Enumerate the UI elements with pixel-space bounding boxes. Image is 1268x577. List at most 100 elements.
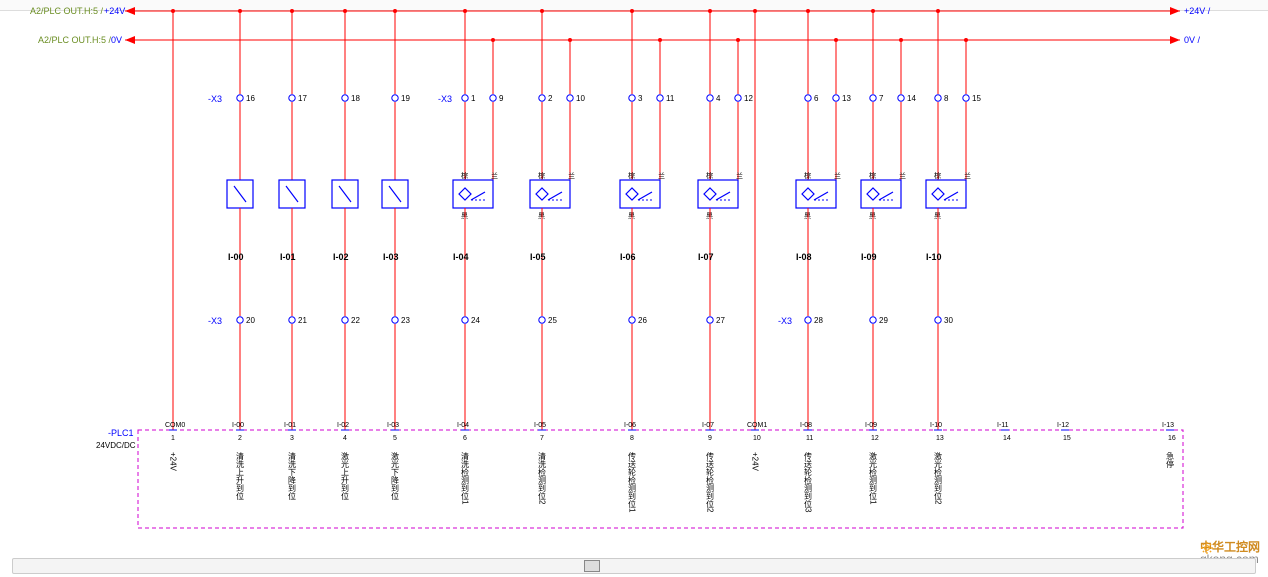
horizontal-scrollbar[interactable] (12, 558, 1256, 574)
svg-text:急停: 急停 (1166, 451, 1175, 469)
svg-text:棕: 棕 (461, 171, 468, 180)
svg-text:I-07: I-07 (702, 422, 714, 429)
svg-text:A2/PLC OUT.H:5 /: A2/PLC OUT.H:5 / (38, 35, 112, 45)
svg-text:6: 6 (814, 94, 819, 103)
svg-text:15: 15 (972, 94, 981, 103)
svg-text:-PLC1: -PLC1 (108, 428, 134, 438)
svg-text:26: 26 (638, 316, 647, 325)
svg-text:4: 4 (343, 435, 347, 442)
svg-text:9: 9 (708, 435, 712, 442)
svg-text:17: 17 (298, 94, 307, 103)
svg-text:棕: 棕 (934, 171, 941, 180)
diagram-svg: A2/PLC OUT.H:5 /+24V+24V /A2/PLC OUT.H:5… (0, 0, 1268, 577)
svg-text:30: 30 (944, 316, 953, 325)
svg-text:I-10: I-10 (926, 252, 942, 262)
svg-text:25: 25 (548, 316, 557, 325)
svg-text:传送轮检测到位2: 传送轮检测到位2 (706, 451, 715, 513)
svg-text:I-05: I-05 (530, 252, 546, 262)
svg-text:8: 8 (630, 435, 634, 442)
svg-text:COM1: COM1 (747, 422, 767, 429)
svg-text:11: 11 (806, 435, 813, 442)
svg-text:激光下降到位: 激光下降到位 (391, 451, 400, 500)
svg-text:I-08: I-08 (796, 252, 812, 262)
svg-text:24: 24 (471, 316, 480, 325)
svg-text:兰: 兰 (568, 171, 575, 180)
svg-text:6: 6 (463, 435, 467, 442)
svg-text:24VDC/DC: 24VDC/DC (96, 441, 136, 450)
svg-text:18: 18 (351, 94, 360, 103)
svg-text:15: 15 (1063, 435, 1071, 442)
svg-text:清洗下降到位: 清洗下降到位 (288, 451, 297, 500)
svg-text:I-11: I-11 (997, 422, 1009, 429)
svg-text:I-08: I-08 (800, 422, 812, 429)
svg-text:激光检测到位2: 激光检测到位2 (934, 451, 943, 505)
svg-text:13: 13 (936, 435, 944, 442)
svg-text:3: 3 (290, 435, 294, 442)
svg-text:8: 8 (944, 94, 949, 103)
scrollbar-thumb[interactable] (584, 560, 600, 572)
svg-text:10: 10 (753, 435, 761, 442)
svg-text:兰: 兰 (899, 171, 906, 180)
svg-text:13: 13 (842, 94, 851, 103)
svg-text:兰: 兰 (964, 171, 971, 180)
svg-text:12: 12 (871, 435, 879, 442)
svg-text:7: 7 (879, 94, 884, 103)
svg-text:激光上升到位: 激光上升到位 (341, 451, 350, 500)
svg-text:2: 2 (238, 435, 242, 442)
svg-text:20: 20 (246, 316, 255, 325)
svg-text:I-03: I-03 (387, 422, 399, 429)
svg-text:激光检测到位1: 激光检测到位1 (869, 451, 878, 505)
svg-text:28: 28 (814, 316, 823, 325)
svg-text:I-04: I-04 (457, 422, 469, 429)
svg-text:4: 4 (716, 94, 721, 103)
svg-text:传送轮检测到位1: 传送轮检测到位1 (628, 451, 637, 513)
svg-text:I-09: I-09 (865, 422, 877, 429)
svg-text:I-00: I-00 (232, 422, 244, 429)
svg-text:I-05: I-05 (534, 422, 546, 429)
svg-text:I-04: I-04 (453, 252, 469, 262)
svg-text:29: 29 (879, 316, 888, 325)
svg-text:传送轮检测到位3: 传送轮检测到位3 (804, 451, 813, 513)
svg-text:A2/PLC OUT.H:5 /: A2/PLC OUT.H:5 / (30, 6, 104, 16)
svg-text:棕: 棕 (628, 171, 635, 180)
svg-text:I-12: I-12 (1057, 422, 1069, 429)
svg-text:-X3: -X3 (208, 316, 222, 326)
svg-text:COM0: COM0 (165, 422, 185, 429)
svg-text:I-03: I-03 (383, 252, 399, 262)
svg-text:I-06: I-06 (620, 252, 636, 262)
svg-text:5: 5 (393, 435, 397, 442)
svg-text:兰: 兰 (658, 171, 665, 180)
svg-text:清洗上升到位: 清洗上升到位 (236, 451, 245, 500)
svg-text:14: 14 (1003, 435, 1011, 442)
svg-text:I-02: I-02 (337, 422, 349, 429)
svg-text:11: 11 (666, 94, 675, 103)
svg-text:I-07: I-07 (698, 252, 714, 262)
schematic-canvas[interactable]: A2/PLC OUT.H:5 /+24V+24V /A2/PLC OUT.H:5… (0, 0, 1268, 577)
svg-text:I-13: I-13 (1162, 422, 1174, 429)
svg-text:7: 7 (540, 435, 544, 442)
svg-text:-X3: -X3 (208, 94, 222, 104)
svg-text:21: 21 (298, 316, 307, 325)
svg-text:27: 27 (716, 316, 725, 325)
svg-text:1: 1 (171, 435, 175, 442)
svg-text:兰: 兰 (834, 171, 841, 180)
svg-text:I-06: I-06 (624, 422, 636, 429)
svg-text:-X3: -X3 (778, 316, 792, 326)
svg-text:I-09: I-09 (861, 252, 877, 262)
svg-text:2: 2 (548, 94, 553, 103)
svg-text:+24V: +24V (751, 452, 760, 472)
svg-text:兰: 兰 (736, 171, 743, 180)
svg-text:+24V: +24V (104, 6, 125, 16)
svg-text:-X3: -X3 (438, 94, 452, 104)
svg-text:16: 16 (1168, 435, 1176, 442)
svg-text:23: 23 (401, 316, 410, 325)
svg-text:22: 22 (351, 316, 360, 325)
svg-text:兰: 兰 (491, 171, 498, 180)
svg-text:12: 12 (744, 94, 753, 103)
svg-text:9: 9 (499, 94, 504, 103)
svg-text:1: 1 (471, 94, 476, 103)
svg-text:棕: 棕 (538, 171, 545, 180)
svg-text:清洗检测到位1: 清洗检测到位1 (461, 451, 470, 505)
svg-text:棕: 棕 (804, 171, 811, 180)
svg-text:棕: 棕 (869, 171, 876, 180)
